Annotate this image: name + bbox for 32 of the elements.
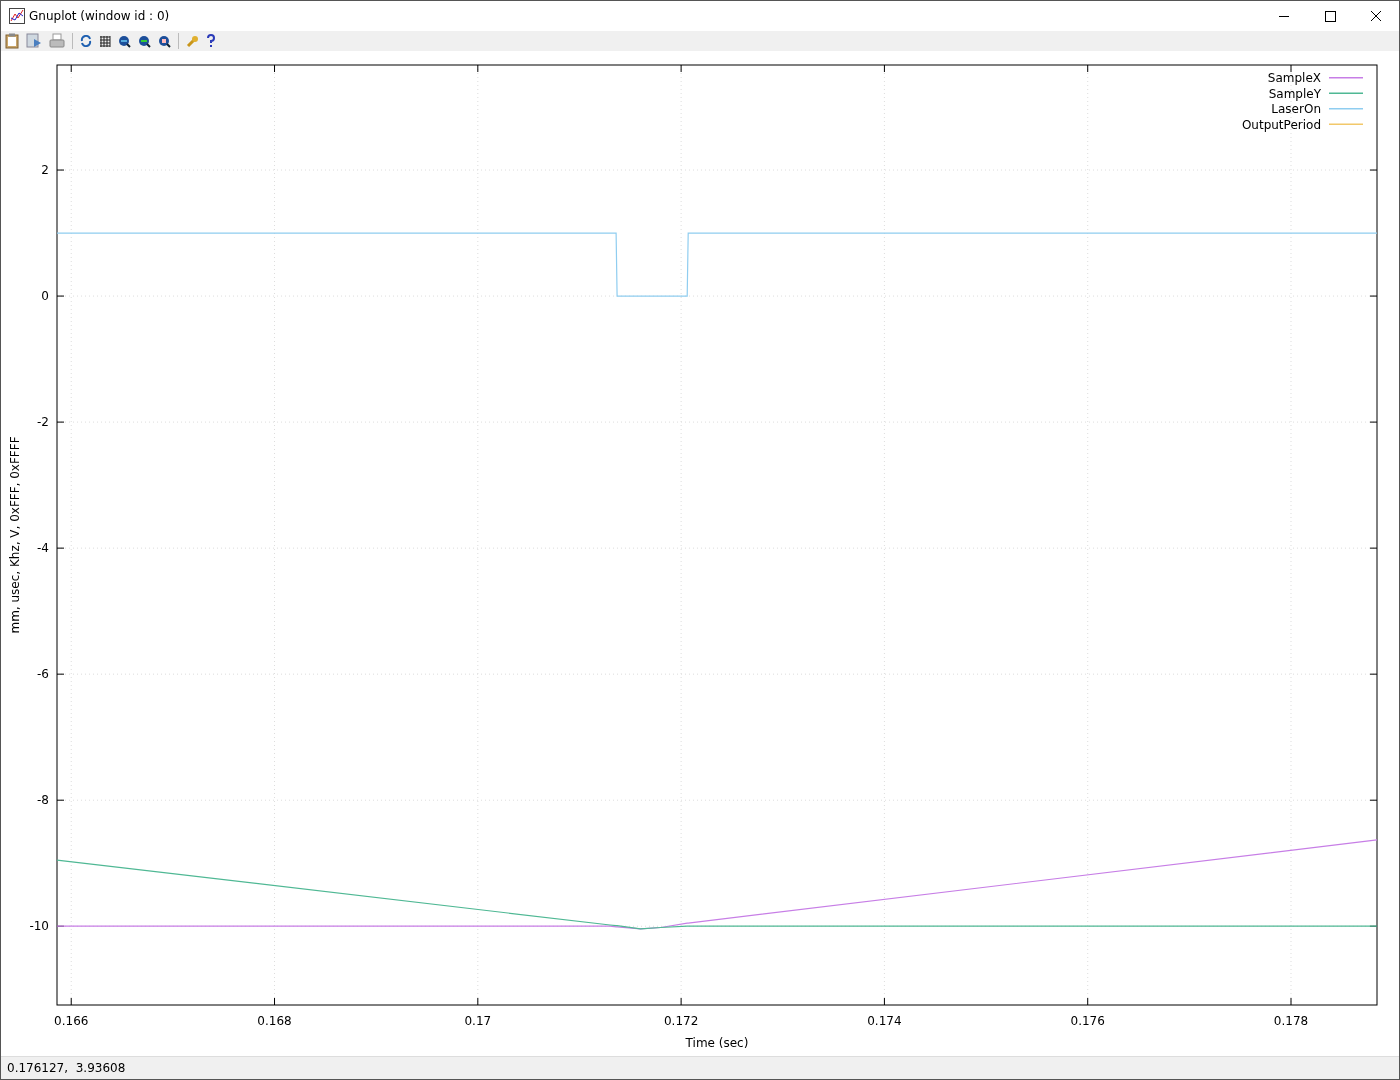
x-tick-label: 0.178	[1273, 1014, 1309, 1028]
x-tick-label: 0.172	[663, 1014, 699, 1028]
legend-label: SampleY	[1268, 86, 1321, 101]
y-tick-label: 0	[41, 289, 49, 304]
y-tick-label: -4	[37, 541, 49, 556]
legend-label: LaserOn	[1271, 102, 1321, 116]
help-icon[interactable]	[206, 34, 216, 48]
x-tick-label: 0.174	[867, 1014, 902, 1028]
legend-label: OutputPeriod	[1241, 117, 1321, 132]
printer-icon[interactable]	[49, 33, 65, 49]
zoom-back-icon[interactable]	[118, 34, 131, 48]
x-tick-label: 0.166	[54, 1014, 89, 1028]
y-tick-label: -10	[29, 919, 49, 934]
x-axis-title: Time (sec)	[685, 1036, 749, 1050]
x-tick-label: 0.168	[257, 1014, 292, 1028]
y-axis-title: mm, usec, Khz, V, 0xFFF, 0xFFFF	[8, 436, 22, 634]
chart-icon	[9, 8, 25, 24]
y-tick-label: -8	[37, 793, 49, 808]
y-tick-label: -6	[37, 667, 49, 682]
grid-icon[interactable]	[99, 35, 111, 47]
clipboard-icon[interactable]	[5, 33, 19, 49]
cursor-coordinates: 0.176127, 3.93608	[7, 1061, 126, 1075]
x-tick-label: 0.176	[1070, 1014, 1105, 1028]
print-preview-icon[interactable]	[26, 33, 42, 49]
zoom-forward-icon[interactable]	[138, 34, 151, 48]
y-tick-label: -2	[37, 415, 49, 430]
window-title: Gnuplot (window id : 0)	[29, 9, 170, 23]
zoom-icon[interactable]	[158, 34, 171, 48]
refresh-icon[interactable]	[80, 35, 92, 47]
y-tick-label: 2	[41, 163, 49, 178]
x-tick-label: 0.17	[464, 1014, 492, 1028]
legend-label: SampleX	[1267, 71, 1321, 85]
